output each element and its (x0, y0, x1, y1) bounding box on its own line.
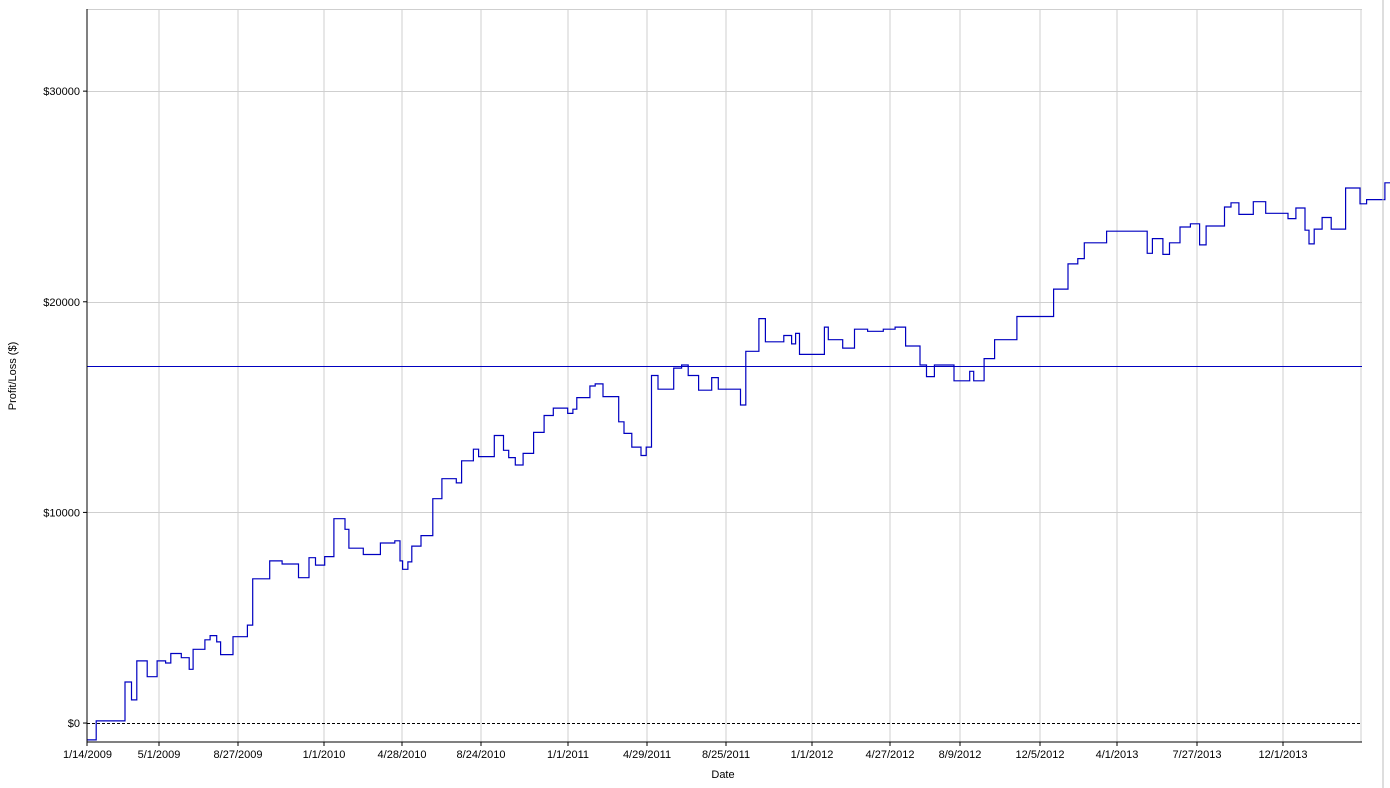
x-tick-label: 5/1/2009 (138, 749, 181, 761)
x-tick-label: 1/1/2010 (303, 749, 346, 761)
chart-background (0, 0, 1390, 788)
x-tick-label: 4/28/2010 (378, 749, 427, 761)
y-tick-label: $20000 (43, 297, 80, 309)
x-tick-label: 12/5/2012 (1016, 749, 1065, 761)
x-tick-label: 12/1/2013 (1259, 749, 1308, 761)
y-tick-label: $30000 (43, 86, 80, 98)
x-tick-label: 1/14/2009 (63, 749, 112, 761)
x-tick-label: 8/24/2010 (457, 749, 506, 761)
x-tick-label: 4/1/2013 (1096, 749, 1139, 761)
x-tick-label: 8/9/2012 (939, 749, 982, 761)
x-axis-title: Date (711, 769, 734, 781)
x-tick-label: 4/29/2011 (623, 749, 671, 761)
x-tick-label: 1/1/2012 (791, 749, 834, 761)
profit-loss-chart: 1/14/2009 5/1/2009 8/27/2009 1/1/2010 4/28/2… (0, 0, 1390, 788)
x-tick-label: 1/1/2011 (547, 749, 589, 761)
x-tick-label: 4/27/2012 (866, 749, 915, 761)
x-tick-label: 8/27/2009 (214, 749, 263, 761)
y-axis-title: Profit/Loss ($) (7, 342, 19, 410)
x-tick-label: 8/25/2011 (702, 749, 750, 761)
y-tick-label: $10000 (43, 507, 80, 519)
x-tick-label: 7/27/2013 (1173, 749, 1222, 761)
y-tick-label: $0 (68, 718, 80, 730)
